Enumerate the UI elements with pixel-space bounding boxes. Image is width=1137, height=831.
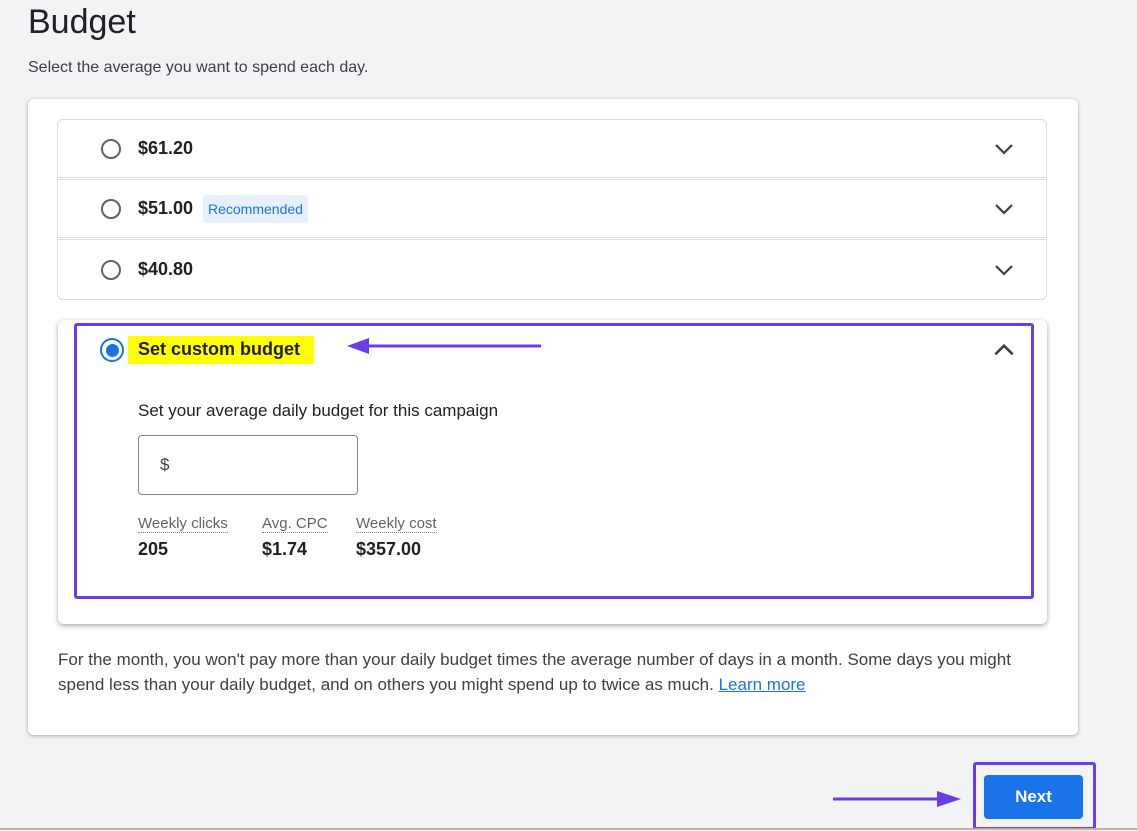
custom-budget-panel: Set custom budget Set your average daily… bbox=[58, 320, 1047, 624]
metric-value: 205 bbox=[138, 539, 169, 559]
radio-unchecked-icon[interactable] bbox=[101, 198, 121, 219]
arrow-icon bbox=[833, 791, 961, 807]
next-button[interactable]: Next bbox=[984, 775, 1083, 819]
chevron-down-icon[interactable] bbox=[992, 137, 1016, 161]
chevron-up-icon[interactable] bbox=[991, 337, 1017, 363]
metric-weekly-cost: Weekly cost $357.00 bbox=[356, 515, 437, 560]
metric-label: Avg. CPC bbox=[262, 515, 328, 533]
budget-prompt: Set your average daily budget for this c… bbox=[138, 401, 499, 420]
page-title: Budget bbox=[28, 3, 136, 41]
metric-label: Weekly cost bbox=[356, 515, 437, 533]
recommended-badge: Recommended bbox=[203, 195, 308, 223]
budget-option-label: $51.00 bbox=[138, 198, 194, 218]
arrow-icon bbox=[347, 338, 541, 354]
metric-value: $357.00 bbox=[356, 539, 422, 559]
metric-weekly-clicks: Weekly clicks 205 bbox=[138, 515, 228, 560]
budget-option-2[interactable]: $51.00 Recommended bbox=[57, 179, 1047, 238]
radio-unchecked-icon[interactable] bbox=[101, 259, 121, 280]
currency-prefix: $ bbox=[160, 455, 170, 474]
budget-amount-input[interactable]: $ bbox=[138, 435, 358, 495]
budget-footer-note: For the month, you won't pay more than y… bbox=[58, 647, 1038, 697]
metric-avg-cpc: Avg. CPC $1.74 bbox=[262, 515, 328, 560]
page-subtitle: Select the average you want to spend eac… bbox=[28, 59, 369, 76]
budget-option-1[interactable]: $61.20 bbox=[57, 119, 1047, 178]
budget-option-label: $40.80 bbox=[138, 259, 194, 279]
chevron-down-icon[interactable] bbox=[992, 258, 1016, 282]
radio-unchecked-icon[interactable] bbox=[101, 138, 121, 159]
chevron-down-icon[interactable] bbox=[992, 197, 1016, 221]
divider bbox=[0, 828, 1137, 830]
custom-budget-label: Set custom budget bbox=[128, 336, 315, 364]
metric-value: $1.74 bbox=[262, 539, 308, 559]
learn-more-link[interactable]: Learn more bbox=[719, 675, 806, 694]
budget-option-label: $61.20 bbox=[138, 138, 194, 158]
budget-card: $61.20 $51.00 Recommended $40.80 Set cus… bbox=[28, 99, 1078, 735]
budget-option-3[interactable]: $40.80 bbox=[57, 239, 1047, 300]
metric-label: Weekly clicks bbox=[138, 515, 228, 533]
radio-checked-icon[interactable] bbox=[100, 338, 124, 362]
footer-text: For the month, you won't pay more than y… bbox=[58, 650, 1011, 694]
